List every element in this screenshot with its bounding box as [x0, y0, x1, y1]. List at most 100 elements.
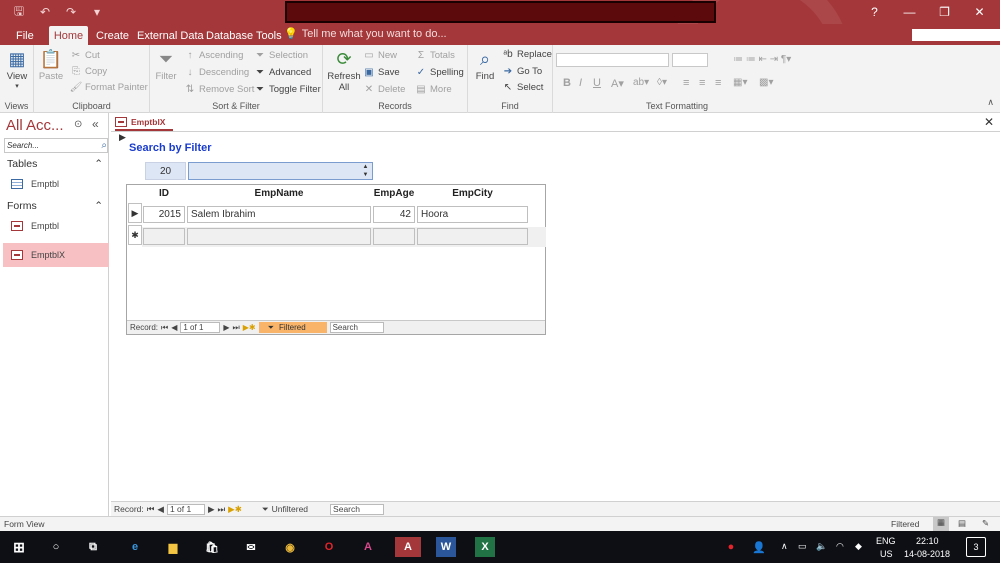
tray-app-icon[interactable]: ● — [721, 537, 741, 557]
bold-button[interactable]: B — [563, 77, 571, 89]
shading-icon[interactable]: ▩▾ — [759, 77, 773, 88]
cell-empname[interactable]: Salem Ibrahim — [187, 206, 371, 223]
italic-button[interactable]: I — [579, 77, 582, 89]
nav-item-emptbl-table[interactable]: Emptbl — [3, 173, 109, 195]
format-painter-button[interactable]: 🖌 Format Painter — [70, 81, 148, 93]
goto-button[interactable]: ➔ Go To — [502, 65, 542, 77]
new-cell-empname[interactable] — [187, 228, 371, 245]
new-cell-empage[interactable] — [373, 228, 415, 245]
nav-section-forms[interactable]: Forms ⌃ — [7, 200, 103, 212]
cut-button[interactable]: ✂ Cut — [70, 49, 100, 61]
main-search-input[interactable]: Search — [330, 503, 385, 515]
clock-date[interactable]: 14-08-2018 — [904, 549, 950, 559]
minimize-button[interactable]: — — [893, 0, 926, 24]
access-icon[interactable]: A — [395, 537, 421, 557]
select-button[interactable]: ↖ Select — [502, 81, 544, 93]
redo-icon[interactable]: ↷ — [62, 4, 80, 20]
close-document-icon[interactable]: ✕ — [984, 115, 994, 129]
font-name-box[interactable] — [556, 53, 669, 67]
previous-record-icon[interactable]: ◀ — [157, 504, 164, 515]
last-record-icon[interactable]: ⏭ — [233, 323, 240, 333]
spin-up-icon[interactable]: ▲ — [359, 163, 372, 171]
unfiltered-indicator[interactable]: Unfiltered — [272, 504, 308, 514]
tab-database-tools[interactable]: Database Tools — [200, 26, 288, 45]
clock-time[interactable]: 22:10 — [916, 536, 939, 546]
replace-button[interactable]: ᵃb Replace — [502, 48, 552, 60]
word-icon[interactable]: W — [436, 537, 456, 557]
totals-button[interactable]: Σ Totals — [415, 49, 455, 61]
nav-item-emptbl-form[interactable]: Emptbl — [3, 215, 109, 237]
cell-empage[interactable]: 42 — [373, 206, 415, 223]
find-button[interactable]: ⌕ Find — [472, 47, 498, 83]
filter-button[interactable]: ⏷ Filter — [153, 47, 179, 83]
record-selector-arrow-icon[interactable]: ▶ — [119, 132, 126, 143]
font-size-box[interactable] — [672, 53, 708, 67]
filtered-indicator[interactable]: ⏷ Filtered — [258, 322, 327, 333]
design-view-icon[interactable]: ✎ — [982, 518, 989, 529]
store-icon[interactable]: 🛍 — [202, 537, 222, 557]
collapse-ribbon-icon[interactable]: ∧ — [987, 97, 994, 108]
remove-sort-button[interactable]: ⇅ Remove Sort — [184, 83, 255, 95]
align-right-icon[interactable]: ≡ — [715, 77, 721, 89]
save-record-button[interactable]: ▣ Save — [363, 66, 399, 78]
advanced-button[interactable]: ⏷ Advanced — [254, 66, 311, 78]
tab-external-data[interactable]: External Data — [131, 26, 210, 45]
search-icon[interactable]: ○ — [46, 537, 66, 557]
form-view-icon[interactable]: ▦ — [933, 517, 949, 531]
filter-value-field[interactable]: 20 — [145, 162, 186, 180]
next-record-icon[interactable]: ▶ — [223, 323, 229, 332]
paste-button[interactable]: 📋 Paste — [38, 47, 64, 83]
windows-start-icon[interactable]: ⊞ — [9, 537, 29, 557]
nav-pane-title[interactable]: All Acc... — [6, 117, 64, 134]
tell-me-box[interactable]: 💡 Tell me what you want to do... — [284, 27, 447, 41]
chrome-icon[interactable]: ◉ — [280, 537, 300, 557]
descending-button[interactable]: ↓ Descending — [184, 66, 250, 78]
underline-button[interactable]: U — [593, 77, 601, 89]
cell-id[interactable]: 2015 — [143, 206, 185, 223]
file-explorer-icon[interactable]: ▆ — [163, 537, 183, 557]
undo-icon[interactable]: ↶ — [36, 4, 54, 20]
new-record-button[interactable]: ▭ New — [363, 49, 397, 61]
record-position-input[interactable]: 1 of 1 — [166, 503, 205, 515]
excel-icon[interactable]: X — [475, 537, 495, 557]
cell-empcity[interactable]: Hoora — [417, 206, 528, 223]
delete-record-button[interactable]: ✕ Delete — [363, 83, 406, 95]
dropbox-icon[interactable]: ◆ — [855, 541, 862, 552]
layout-view-icon[interactable]: ▤ — [958, 518, 966, 529]
tab-home[interactable]: Home — [49, 26, 88, 45]
language-indicator[interactable]: ENG — [876, 536, 896, 546]
nav-item-emptblx-form[interactable]: EmptblX — [3, 243, 109, 267]
spin-down-icon[interactable]: ▼ — [359, 171, 372, 179]
acrobat-icon[interactable]: A — [358, 537, 378, 557]
shutter-bar-icon[interactable]: « — [92, 117, 99, 131]
wifi-icon[interactable]: ◠ — [836, 541, 844, 552]
nav-dropdown-icon[interactable]: ⊙ — [74, 119, 82, 130]
new-record-icon[interactable]: ▶✱ — [228, 504, 242, 515]
nav-search-input[interactable]: Search... ⌕ — [4, 138, 108, 153]
highlight-icon[interactable]: ab▾ — [633, 77, 649, 88]
close-button[interactable]: ✕ — [963, 0, 996, 24]
font-color-icon[interactable]: A▾ — [611, 77, 624, 90]
subform-search-input[interactable]: Search — [329, 322, 384, 333]
fill-color-icon[interactable]: ◊▾ — [657, 77, 667, 88]
task-view-icon[interactable]: ⧉ — [83, 537, 103, 557]
toggle-filter-button[interactable]: ⏷ Toggle Filter — [254, 83, 321, 95]
gridlines-icon[interactable]: ▦▾ — [733, 77, 747, 88]
first-record-icon[interactable]: ⏮ — [161, 323, 168, 333]
new-cell-id[interactable] — [143, 228, 185, 245]
new-cell-empcity[interactable] — [417, 228, 528, 245]
people-icon[interactable]: 👤 — [749, 537, 769, 557]
edge-icon[interactable]: e — [125, 537, 145, 557]
next-record-icon[interactable]: ▶ — [208, 504, 215, 515]
tray-expand-icon[interactable]: ∧ — [781, 541, 788, 552]
document-tab[interactable]: EmptblX — [115, 115, 173, 131]
more-button[interactable]: ▤ More — [415, 83, 451, 95]
list-icons[interactable]: ≔ ≔ ⇤ ⇥ ¶▾ — [733, 54, 791, 65]
account-box[interactable] — [912, 29, 1000, 41]
help-button[interactable]: ? — [858, 0, 891, 24]
volume-icon[interactable]: 🔈 — [816, 541, 827, 552]
refresh-all-button[interactable]: ⟳ Refresh All — [327, 47, 361, 94]
align-center-icon[interactable]: ≡ — [699, 77, 705, 89]
tab-file[interactable]: File — [10, 26, 40, 45]
save-icon[interactable]: 🖫 — [10, 4, 28, 20]
